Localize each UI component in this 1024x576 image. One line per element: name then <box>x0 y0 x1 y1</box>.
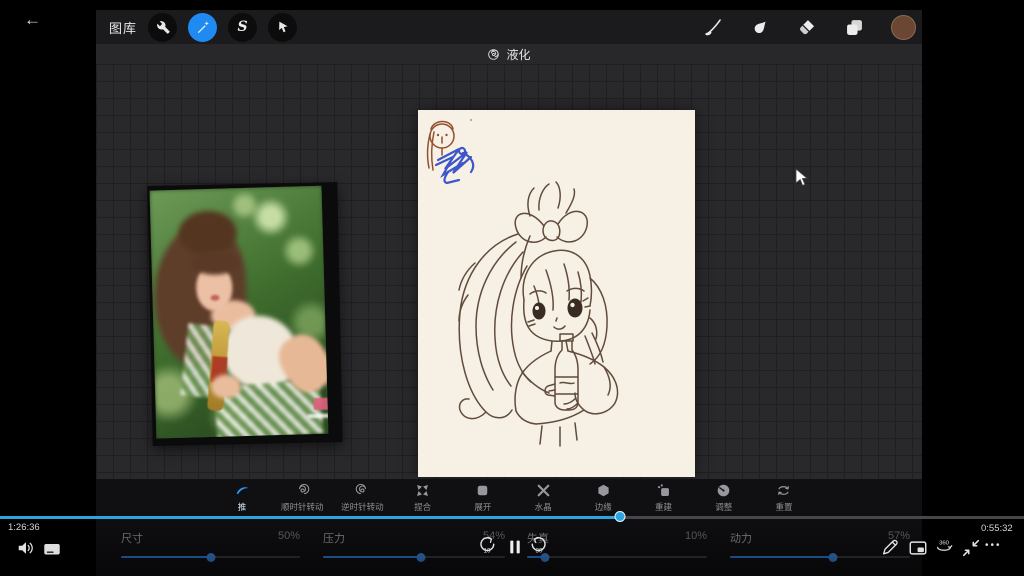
pinch-icon <box>415 483 430 498</box>
gallery-button[interactable]: 图库 <box>109 18 137 37</box>
progress-fill <box>0 516 620 519</box>
size-slider: 尺寸 50% <box>121 530 300 564</box>
pause-icon <box>505 537 525 557</box>
liquify-swirl-icon <box>487 48 500 61</box>
picture-in-picture-icon <box>908 538 928 558</box>
pencil-icon <box>880 537 900 557</box>
reference-photo-backing <box>147 182 342 446</box>
paint-tools-group <box>703 15 922 40</box>
liquify-titlebar: 液化 <box>96 44 922 64</box>
adjust-dial-icon <box>716 483 731 498</box>
forward-30-icon: 30 <box>529 535 549 555</box>
procreate-screen: 图库 S 液化 <box>96 0 922 576</box>
color-swatch-button[interactable] <box>891 15 916 40</box>
tool-edge[interactable]: 边缘 <box>574 483 632 513</box>
tool-push[interactable]: 推 <box>213 483 271 513</box>
distortion-slider-track[interactable] <box>527 556 707 558</box>
reset-arrows-icon <box>776 483 791 498</box>
size-slider-track[interactable] <box>121 556 300 558</box>
shrink-arrows-icon <box>961 538 981 558</box>
subtitles-button[interactable] <box>42 539 62 559</box>
pip-button[interactable] <box>908 538 928 558</box>
volume-button[interactable] <box>16 538 36 558</box>
mouse-cursor <box>795 168 808 192</box>
size-slider-label: 尺寸 <box>121 530 143 546</box>
rewind-10-button[interactable]: 10 <box>477 535 497 555</box>
tool-adjust[interactable]: 调整 <box>695 483 753 513</box>
tool-crystals[interactable]: 水晶 <box>514 483 572 513</box>
tool-twirl-clockwise[interactable]: 顺时针转动 <box>273 483 331 513</box>
distortion-slider-value: 10% <box>685 530 707 546</box>
photo-watermark <box>313 398 328 410</box>
drawing-canvas[interactable] <box>418 110 695 477</box>
liquify-panel: 推 顺时针转动 逆时针转动 捏合 展开 <box>96 479 922 576</box>
expand-icon <box>475 483 490 498</box>
svg-text:10: 10 <box>483 548 491 555</box>
pause-button[interactable] <box>505 537 525 557</box>
wrench-icon <box>155 19 171 35</box>
video-player-stage: 图库 S 液化 <box>0 0 1024 576</box>
pressure-slider-label: 压力 <box>323 530 345 546</box>
reconstruct-icon <box>656 483 671 498</box>
elapsed-time: 1:26:36 <box>8 522 40 533</box>
actions-button[interactable] <box>148 13 177 42</box>
speaker-icon <box>16 538 36 558</box>
tool-twirl-counterclockwise[interactable]: 逆时针转动 <box>333 483 391 513</box>
tool-reset[interactable]: 重置 <box>755 483 813 513</box>
annotate-button[interactable] <box>880 537 900 557</box>
size-slider-knob[interactable] <box>206 553 215 562</box>
svg-text:30: 30 <box>535 548 543 555</box>
momentum-slider-knob[interactable] <box>828 553 837 562</box>
progress-handle[interactable] <box>614 511 625 522</box>
liquify-tools-row: 推 顺时针转动 逆时针转动 捏合 展开 <box>213 483 813 513</box>
photo-watermark-text <box>308 414 329 419</box>
remaining-time: 0:55:32 <box>981 523 1013 534</box>
liquify-title: 液化 <box>506 46 530 63</box>
swirl-cw-icon <box>295 483 310 498</box>
stray-mark <box>470 119 472 121</box>
momentum-slider-label: 动力 <box>730 530 752 546</box>
tool-reconstruct[interactable]: 重建 <box>635 483 693 513</box>
transform-arrow-icon <box>275 19 291 35</box>
pressure-slider-knob[interactable] <box>417 553 426 562</box>
layers-icon[interactable] <box>844 17 865 38</box>
procreate-topbar: 图库 S <box>96 10 922 44</box>
selection-button[interactable]: S <box>228 13 257 42</box>
adjustments-button[interactable] <box>188 13 217 42</box>
tool-pinch[interactable]: 捏合 <box>394 483 452 513</box>
back-button[interactable]: ← <box>24 10 41 30</box>
eraser-icon[interactable] <box>797 17 818 38</box>
tool-expand[interactable]: 展开 <box>454 483 512 513</box>
swirl-ccw-icon <box>355 483 370 498</box>
size-slider-value: 50% <box>278 530 300 546</box>
distortion-slider: 失真10% <box>527 530 707 564</box>
forward-30-button[interactable]: 30 <box>529 535 549 555</box>
pressure-slider-track[interactable] <box>323 556 505 558</box>
more-options-button[interactable]: ••• <box>985 540 1005 560</box>
sketch-girl-eyes <box>533 299 583 320</box>
selection-s-icon: S <box>237 19 247 35</box>
doodle-eyes <box>437 134 448 136</box>
edge-hexagon-icon <box>596 483 611 498</box>
push-swoosh-icon <box>235 483 250 498</box>
vr-360-button[interactable]: 360 <box>934 536 954 556</box>
progress-bar[interactable] <box>0 516 1024 519</box>
rewind-10-icon: 10 <box>477 535 497 555</box>
sketch-artwork <box>418 110 695 477</box>
brush-icon[interactable] <box>703 17 724 38</box>
transform-button[interactable] <box>268 13 297 42</box>
svg-text:360: 360 <box>939 541 950 547</box>
magic-wand-icon <box>195 19 211 35</box>
reference-photo <box>150 186 329 439</box>
vr-360-icon: 360 <box>934 536 954 556</box>
subtitles-icon <box>42 539 62 559</box>
smudge-icon[interactable] <box>750 17 771 38</box>
exit-fullscreen-button[interactable] <box>961 538 981 558</box>
crystals-icon <box>536 483 551 498</box>
